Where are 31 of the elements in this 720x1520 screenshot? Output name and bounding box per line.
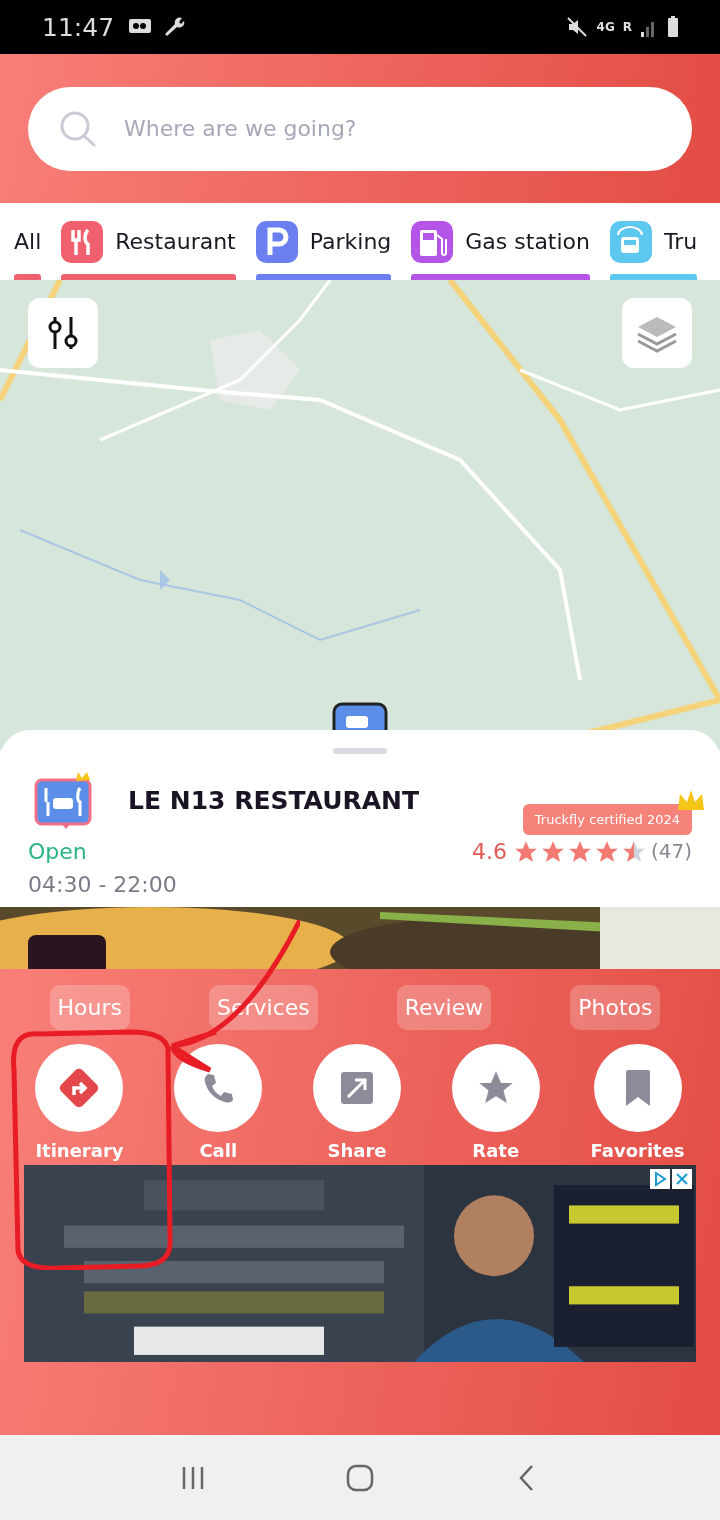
category-tab[interactable]: Gas station	[411, 203, 590, 280]
opening-hours: 04:30 - 22:00	[28, 872, 177, 897]
filter-button[interactable]	[28, 298, 98, 368]
certified-badge: Truckfly certified 2024	[522, 804, 692, 835]
network-label: 4G	[596, 20, 615, 34]
category-tab[interactable]: Parking	[255, 203, 392, 280]
layers-button[interactable]	[622, 298, 692, 368]
truck-wash-icon	[610, 220, 652, 263]
ad-info-icon[interactable]	[650, 1169, 670, 1189]
roaming-label: R	[622, 20, 632, 34]
gas-pump-icon	[411, 220, 454, 263]
section-tab[interactable]: Photos	[570, 985, 661, 1030]
battery-icon	[666, 15, 680, 39]
category-tab[interactable]: Restaurant	[61, 203, 236, 280]
clock-time: 11:47	[42, 12, 115, 42]
category-tab[interactable]: Tru	[610, 203, 698, 280]
category-tab[interactable]: All	[14, 203, 42, 280]
search-field[interactable]: Where are we going?	[28, 86, 692, 171]
place-name: LE N13 RESTAURANT	[128, 786, 420, 815]
parking-icon	[255, 220, 298, 263]
fork-knife-icon	[61, 220, 104, 263]
section-tab[interactable]: Review	[396, 985, 492, 1030]
open-status: Open	[28, 839, 88, 864]
drag-handle[interactable]	[333, 748, 387, 754]
close-icon[interactable]	[672, 1169, 692, 1189]
section-tab[interactable]: Hours	[49, 985, 130, 1030]
home-icon[interactable]	[345, 1462, 375, 1493]
mute-icon	[564, 15, 589, 39]
rating-value: 4.6	[471, 839, 507, 864]
review-count: (47)	[650, 839, 692, 863]
map-pin-icon[interactable]	[332, 702, 388, 730]
